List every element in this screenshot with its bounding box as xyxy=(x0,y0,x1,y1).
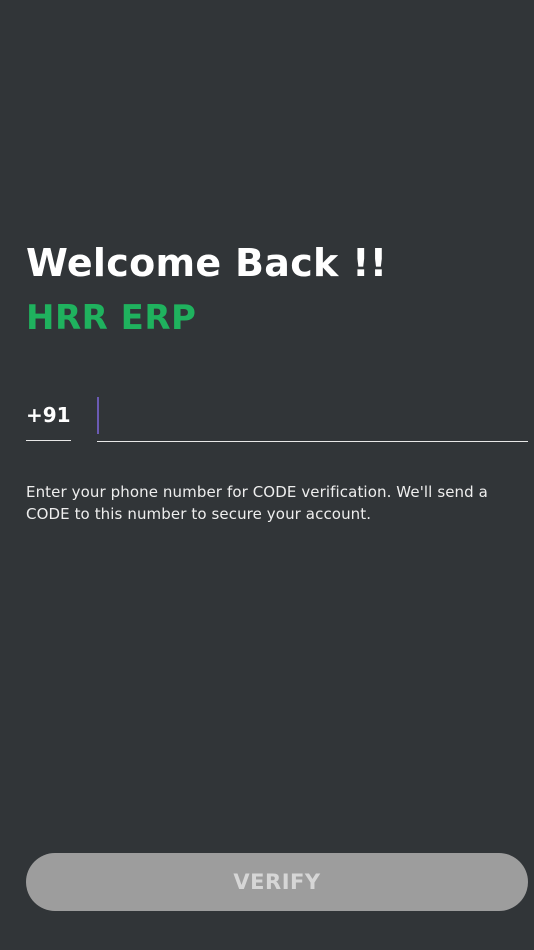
verification-helper-text: Enter your phone number for CODE verific… xyxy=(26,483,488,523)
brand-name: HRR ERP xyxy=(26,298,197,338)
country-code-field[interactable]: +91 xyxy=(26,398,71,441)
phone-number-field[interactable] xyxy=(97,396,528,442)
login-screen: Welcome Back !! HRR ERP +91 Enter your p… xyxy=(0,0,534,950)
verify-button[interactable]: VERIFY xyxy=(26,853,528,911)
country-code-label: +91 xyxy=(26,403,71,427)
phone-number-input[interactable] xyxy=(97,396,528,434)
welcome-title: Welcome Back !! xyxy=(26,241,388,285)
